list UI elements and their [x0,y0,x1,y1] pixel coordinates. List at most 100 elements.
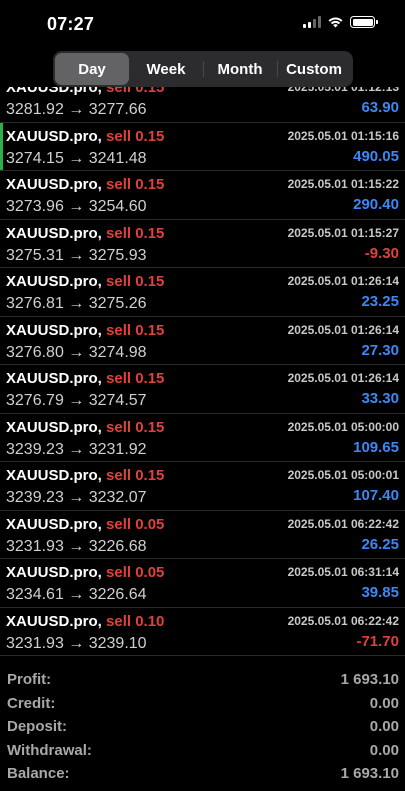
trade-time: 2025.05.01 01:26:14 [287,371,399,385]
trade-time: 2025.05.01 06:22:42 [287,516,399,531]
trade-symbol: XAUUSD.pro, sell 0.15 [6,87,164,96]
symbol-name: XAUUSD.pro, [6,127,102,145]
trade-row[interactable]: XAUUSD.pro, sell 0.15 3281.92 → 3277.66 20… [0,87,405,123]
trade-time: 2025.05.01 01:15:16 [287,128,399,143]
trade-prices: 3281.92 → 3277.66 [6,101,147,118]
trade-symbol: XAUUSD.pro, sell 0.15 [6,370,164,387]
symbol-name: XAUUSD.pro, [6,418,102,436]
trade-row[interactable]: XAUUSD.pro, sell 0.05 3234.61 → 3226.64 20… [0,559,405,608]
status-bar: 07:27 [0,0,405,50]
trade-time: 2025.05.01 01:26:14 [287,322,399,337]
symbol-name: XAUUSD.pro, [6,612,102,630]
summary-row-credit: Credit: 0.00 [0,692,405,716]
trade-row[interactable]: XAUUSD.pro, sell 0.15 3275.31 → 3275.93 20… [0,220,405,268]
trade-profit: 33.30 [361,390,399,407]
trade-side: sell 0.15 [106,370,165,387]
trade-symbol: XAUUSD.pro, sell 0.15 [6,273,164,290]
trade-row[interactable]: XAUUSD.pro, sell 0.15 3276.79 → 3274.57 20… [0,365,405,414]
symbol-name: XAUUSD.pro, [6,467,102,484]
summary-value: 0.00 [369,694,399,712]
summary-label: Deposit: [7,718,67,736]
tab-month[interactable]: Month [203,53,277,85]
trade-symbol: XAUUSD.pro, sell 0.05 [6,564,164,581]
trade-profit: -71.70 [356,632,399,650]
summary-label: Withdrawal: [7,741,92,759]
trade-side: sell 0.15 [106,127,165,145]
trade-time: 2025.05.01 05:00:00 [287,419,399,434]
symbol-name: XAUUSD.pro, [6,224,102,242]
trade-side: sell 0.10 [106,612,165,630]
account-summary: Profit: 1 693.10 Credit: 0.00 Deposit: 0.00 Wi… [0,668,405,786]
trade-side: sell 0.15 [106,321,165,339]
trade-profit: 490.05 [353,147,399,165]
trade-profit: -9.30 [364,244,399,262]
trade-time: 2025.05.01 06:22:42 [287,613,399,628]
trade-side: sell 0.15 [106,87,165,96]
trade-symbol: XAUUSD.pro, sell 0.05 [6,516,164,533]
wifi-icon [328,17,343,28]
trade-side: sell 0.15 [106,418,165,436]
symbol-name: XAUUSD.pro, [6,370,102,387]
status-time: 07:27 [47,14,95,34]
trade-prices: 3276.81 → 3275.26 [6,295,147,312]
symbol-name: XAUUSD.pro, [6,176,102,193]
trade-time: 2025.05.01 05:00:01 [287,468,399,482]
trade-profit: 109.65 [353,438,399,456]
trade-time: 2025.05.01 01:15:27 [287,225,399,240]
trade-prices: 3234.61 → 3226.64 [6,586,147,603]
trade-side: sell 0.05 [106,564,165,581]
trade-time: 2025.05.01 06:31:14 [287,565,399,579]
tab-custom[interactable]: Custom [277,53,351,85]
trade-symbol: XAUUSD.pro, sell 0.15 [6,419,164,436]
cellular-signal-icon [303,16,321,28]
trade-side: sell 0.15 [106,273,165,290]
summary-value: 0.00 [369,718,399,736]
trade-symbol: XAUUSD.pro, sell 0.15 [6,322,164,339]
trade-row[interactable]: XAUUSD.pro, sell 0.15 3239.23 → 3232.07 20… [0,462,405,511]
trade-side: sell 0.15 [106,224,165,242]
summary-value: 1 693.10 [340,671,399,688]
trade-profit: 39.85 [361,584,399,601]
trade-row[interactable]: XAUUSD.pro, sell 0.15 3273.96 → 3254.60 20… [0,171,405,220]
symbol-name: XAUUSD.pro, [6,321,102,339]
summary-label: Balance: [7,765,70,783]
status-icons [303,16,378,28]
trade-side: sell 0.15 [106,176,165,193]
trade-row[interactable]: XAUUSD.pro, sell 0.15 3276.80 → 3274.98 20… [0,317,405,365]
period-selector: Day Week Month Custom [53,51,353,87]
trade-prices: 3231.93 → 3226.68 [6,537,147,555]
trade-symbol: XAUUSD.pro, sell 0.10 [6,613,164,630]
trade-row[interactable]: XAUUSD.pro, sell 0.15 3276.81 → 3275.26 20… [0,268,405,317]
trade-symbol: XAUUSD.pro, sell 0.15 [6,467,164,484]
summary-label: Credit: [7,694,56,712]
tab-day[interactable]: Day [55,53,129,85]
symbol-name: XAUUSD.pro, [6,515,102,533]
trade-profit: 23.25 [361,293,399,310]
trade-symbol: XAUUSD.pro, sell 0.15 [6,176,164,193]
trade-prices: 3239.23 → 3232.07 [6,489,147,506]
trade-side: sell 0.15 [106,467,165,484]
trade-prices: 3239.23 → 3231.92 [6,440,147,458]
trade-side: sell 0.05 [106,515,165,533]
trade-row[interactable]: XAUUSD.pro, sell 0.10 3231.93 → 3239.10 20… [0,608,405,656]
summary-row-balance: Balance: 1 693.10 [0,762,405,786]
trade-prices: 3231.93 → 3239.10 [6,634,147,652]
summary-value: 1 693.10 [340,765,399,783]
tab-week[interactable]: Week [129,53,203,85]
battery-icon [350,16,378,28]
trade-history-list[interactable]: XAUUSD.pro, sell 0.15 3281.92 → 3277.66 20… [0,87,405,663]
selected-marker [0,122,3,170]
trade-time: 2025.05.01 01:15:22 [287,177,399,191]
trade-symbol: XAUUSD.pro, sell 0.15 [6,225,164,242]
summary-label: Profit: [7,671,52,688]
trade-prices: 3274.15 → 3241.48 [6,149,147,167]
trade-symbol: XAUUSD.pro, sell 0.15 [6,128,164,145]
trade-profit: 290.40 [353,196,399,213]
trade-prices: 3276.80 → 3274.98 [6,343,147,361]
trade-row[interactable]: XAUUSD.pro, sell 0.05 3231.93 → 3226.68 20… [0,511,405,559]
trade-row[interactable]: XAUUSD.pro, sell 0.15 3274.15 → 3241.48 20… [0,122,405,171]
trade-time: 2025.05.01 01:26:14 [287,274,399,288]
trade-profit: 107.40 [353,487,399,504]
trade-row[interactable]: XAUUSD.pro, sell 0.15 3239.23 → 3231.92 20… [0,414,405,462]
trade-profit: 27.30 [361,341,399,359]
